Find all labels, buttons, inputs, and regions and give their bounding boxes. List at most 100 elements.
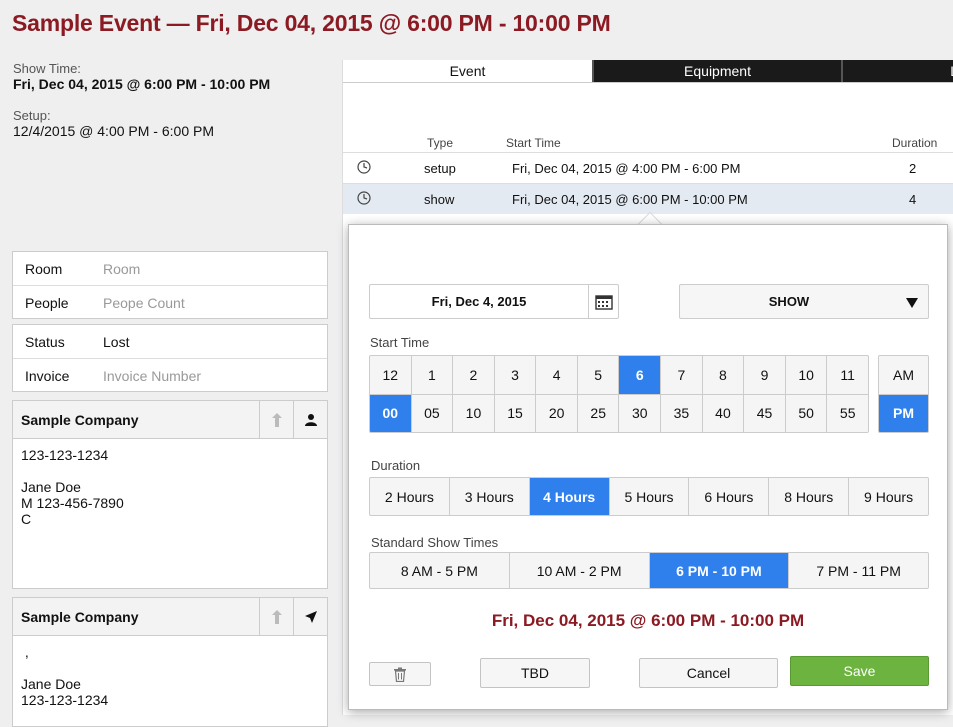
room-input[interactable]: Room [103, 261, 140, 277]
invoice-input[interactable]: Invoice Number [103, 368, 201, 384]
duration-option-8-hours[interactable]: 8 Hours [769, 478, 849, 515]
contact-company: Sample Company [21, 608, 139, 625]
people-input[interactable]: Peope Count [103, 295, 185, 311]
page-title: Sample Event — Fri, Dec 04, 2015 @ 6:00 … [12, 10, 611, 36]
standard-times-label: Standard Show Times [371, 535, 499, 550]
hour-option-9[interactable]: 9 [744, 356, 785, 394]
reply-icon [271, 609, 282, 624]
tab-divider [343, 82, 953, 83]
duration-option-6-hours[interactable]: 6 Hours [689, 478, 769, 515]
calendar-button[interactable] [588, 285, 618, 318]
row-type: setup [424, 161, 456, 176]
start-time-label: Start Time [370, 335, 430, 350]
standard-time-option-6-pm-10-pm[interactable]: 6 PM - 10 PM [649, 553, 789, 588]
hour-option-4[interactable]: 4 [536, 356, 577, 394]
calendar-icon [594, 294, 613, 310]
start-time-grid: 12 1 2 3 4 5 6 7 8 9 10 11 00 05 10 15 20 25 30 35 40 45 50 55 [369, 355, 869, 433]
invoice-label: Invoice [25, 367, 70, 384]
cancel-button[interactable]: Cancel [639, 658, 778, 688]
people-row[interactable]: People Peope Count [13, 285, 327, 319]
hour-option-10[interactable]: 10 [785, 356, 827, 394]
status-invoice-box: Status Lost Invoice Invoice Number [12, 324, 328, 392]
duration-grid: 2 Hours 3 Hours 4 Hours 5 Hours 6 Hours 8 Hou… [369, 477, 929, 516]
status-value[interactable]: Lost [103, 334, 129, 350]
minute-option-05[interactable]: 05 [411, 394, 453, 432]
minute-option-50[interactable]: 50 [785, 394, 827, 432]
minute-option-25[interactable]: 25 [577, 394, 619, 432]
meridiem-option-pm[interactable]: PM [879, 394, 928, 432]
hour-option-1[interactable]: 1 [411, 356, 453, 394]
show-time-value: Fri, Dec 04, 2015 @ 6:00 PM - 10:00 PM [13, 76, 271, 92]
duration-option-9-hours[interactable]: 9 Hours [849, 478, 928, 515]
hour-option-7[interactable]: 7 [661, 356, 702, 394]
tbd-button[interactable]: TBD [480, 658, 590, 688]
contact-details: , Jane Doe 123-123-1234 [21, 644, 109, 708]
contact-company: Sample Company [21, 411, 139, 428]
save-button[interactable]: Save [790, 656, 929, 686]
hour-option-11[interactable]: 11 [827, 356, 868, 394]
date-value: Fri, Dec 4, 2015 [431, 294, 527, 309]
hour-option-2[interactable]: 2 [453, 356, 494, 394]
setup-value: 12/4/2015 @ 4:00 PM - 6:00 PM [13, 123, 214, 139]
setup-label: Setup: [13, 108, 51, 123]
row-start: Fri, Dec 04, 2015 @ 6:00 PM - 10:00 PM [512, 192, 748, 207]
room-people-box: Room Room People Peope Count [12, 251, 328, 319]
contact-card: Sample Company 123-123-1234 Jane Doe M 1… [12, 400, 328, 589]
duration-option-3-hours[interactable]: 3 Hours [449, 478, 529, 515]
minute-option-35[interactable]: 35 [661, 394, 702, 432]
status-row[interactable]: Status Lost [13, 325, 327, 359]
minute-option-30[interactable]: 30 [619, 394, 661, 432]
show-time-label: Show Time: [13, 61, 81, 76]
status-label: Status [25, 334, 65, 350]
col-type: Type [427, 136, 454, 150]
contact-card: Sample Company , Jane Doe 123-123-1234 [12, 597, 328, 727]
tab-more[interactable]: L [841, 60, 953, 82]
location-arrow-icon [304, 610, 317, 623]
duration-option-4-hours[interactable]: 4 Hours [529, 478, 609, 515]
person-button[interactable] [293, 400, 327, 439]
tab-equipment[interactable]: Equipment [592, 60, 841, 82]
room-row[interactable]: Room Room [13, 252, 327, 286]
standard-time-option-7-pm-11-pm[interactable]: 7 PM - 11 PM [789, 553, 928, 588]
row-type: show [424, 192, 455, 207]
type-select[interactable]: SHOW [679, 284, 929, 319]
contact-card-header: Sample Company [13, 400, 327, 439]
hour-option-6[interactable]: 6 [619, 356, 661, 394]
clock-icon [357, 191, 371, 208]
minute-option-20[interactable]: 20 [536, 394, 577, 432]
meridiem-option-am[interactable]: AM [879, 356, 928, 394]
col-start: Start Time [506, 136, 561, 150]
duration-label: Duration [371, 458, 421, 473]
standard-time-option-8-am-5-pm[interactable]: 8 AM - 5 PM [370, 553, 509, 588]
reply-button[interactable] [259, 597, 293, 636]
table-row[interactable]: show Fri, Dec 04, 2015 @ 6:00 PM - 10:00… [343, 183, 953, 214]
type-select-value: SHOW [768, 294, 810, 309]
minute-option-00[interactable]: 00 [370, 394, 411, 432]
hour-option-5[interactable]: 5 [577, 356, 619, 394]
minute-option-40[interactable]: 40 [702, 394, 744, 432]
date-field[interactable]: Fri, Dec 4, 2015 [369, 284, 619, 319]
contact-details: 123-123-1234 Jane Doe M 123-456-7890 C [21, 447, 124, 527]
row-duration: 4 [909, 192, 917, 207]
room-label: Room [25, 261, 63, 277]
minute-option-15[interactable]: 15 [494, 394, 536, 432]
hour-option-8[interactable]: 8 [702, 356, 744, 394]
minute-option-45[interactable]: 45 [744, 394, 785, 432]
table-row[interactable]: setup Fri, Dec 04, 2015 @ 4:00 PM - 6:00… [343, 152, 953, 183]
hour-option-12[interactable]: 12 [370, 356, 411, 394]
col-duration: Duration [892, 136, 938, 150]
duration-option-2-hours[interactable]: 2 Hours [370, 478, 449, 515]
chevron-down-icon [906, 295, 918, 313]
delete-button[interactable] [369, 662, 431, 686]
standard-times-grid: 8 AM - 5 PM 10 AM - 2 PM 6 PM - 10 PM 7 PM … [369, 552, 929, 589]
minute-option-55[interactable]: 55 [827, 394, 868, 432]
location-button[interactable] [293, 597, 327, 636]
minute-option-10[interactable]: 10 [453, 394, 494, 432]
duration-option-5-hours[interactable]: 5 Hours [609, 478, 689, 515]
invoice-row[interactable]: Invoice Invoice Number [13, 358, 327, 392]
people-label: People [25, 294, 69, 311]
hour-option-3[interactable]: 3 [494, 356, 536, 394]
tab-event[interactable]: Event [343, 60, 592, 82]
reply-button[interactable] [259, 400, 293, 439]
standard-time-option-10-am-2-pm[interactable]: 10 AM - 2 PM [509, 553, 649, 588]
